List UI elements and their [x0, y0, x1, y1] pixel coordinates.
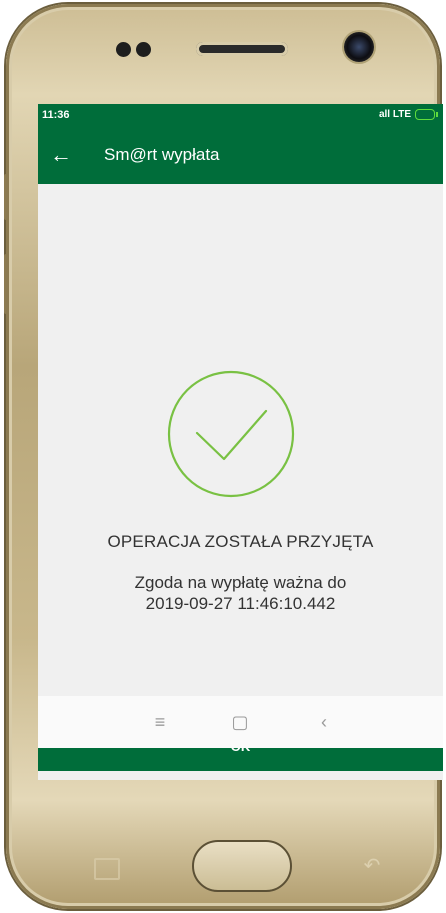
recents-icon[interactable] [94, 858, 120, 880]
home-button[interactable] [192, 840, 292, 892]
signal-lte-icon: all LTE [378, 109, 411, 120]
operation-status-title: OPERACJA ZOSTAŁA PRZYJĘTA [107, 532, 374, 551]
battery-icon [415, 109, 438, 120]
app-bar: ← Sm@rt wypłata [38, 128, 443, 184]
app-screen: 11:36 all LTE ← Sm@rt wypłata OPERACJA Z… [38, 104, 443, 780]
validity-label: Zgoda na wypłatę ważna do [134, 573, 347, 592]
status-indicators: all LTE [378, 109, 438, 120]
check-circle-icon [167, 370, 295, 498]
sensor-dot-icon [116, 42, 131, 57]
speaker-grill [196, 42, 288, 56]
home-square-icon[interactable]: ▢ [228, 710, 252, 734]
status-bar: 11:36 all LTE [38, 104, 443, 128]
arrow-left-icon[interactable]: ← [48, 142, 74, 168]
volume-button [4, 174, 8, 220]
validity-text: Zgoda na wypłatę ważna do 2019-09-27 11:… [38, 572, 443, 614]
system-nav-bar: ≡ ▢ ‹ [38, 696, 443, 748]
validity-datetime: 2019-09-27 11:46:10.442 [145, 594, 336, 613]
page-title: Sm@rt wypłata [104, 145, 220, 164]
nav-back-icon[interactable]: ‹ [312, 710, 336, 734]
menu-icon[interactable]: ≡ [148, 710, 172, 734]
hardware-back-icon[interactable]: ↶ [360, 854, 384, 878]
status-time: 11:36 [42, 109, 70, 121]
front-camera-icon [344, 32, 374, 62]
sensor-dot-icon [136, 42, 151, 57]
volume-button-2 [4, 254, 8, 314]
